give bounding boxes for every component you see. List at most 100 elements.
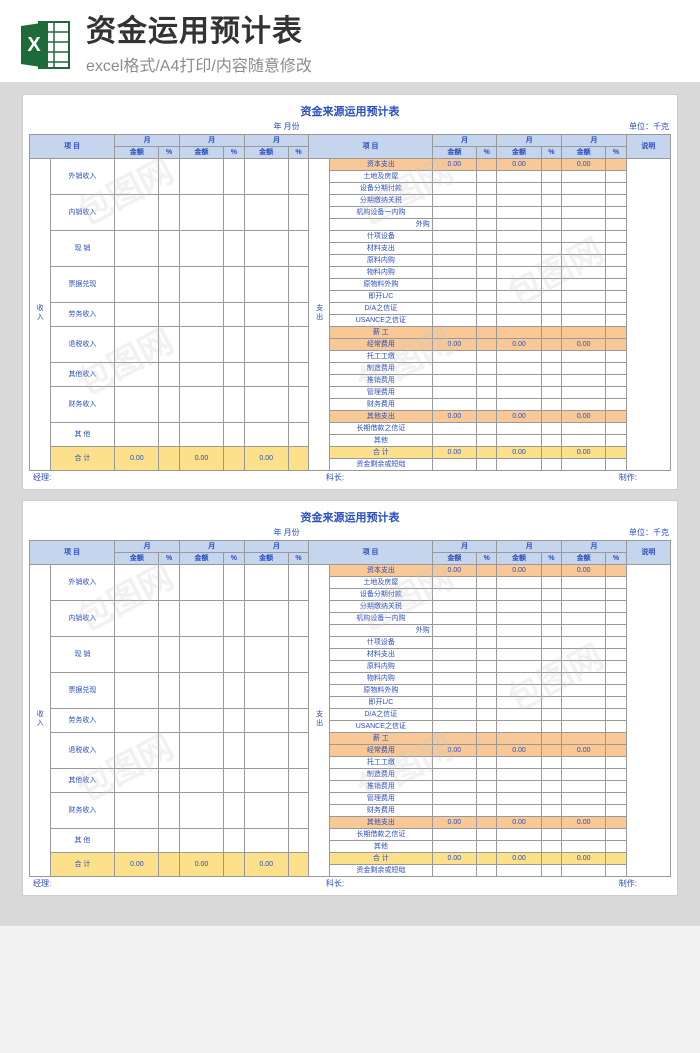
data-cell[interactable] xyxy=(562,291,606,303)
data-cell[interactable] xyxy=(541,291,562,303)
data-cell[interactable] xyxy=(562,625,606,637)
data-cell[interactable] xyxy=(562,805,606,817)
data-cell[interactable] xyxy=(224,327,245,363)
data-cell[interactable] xyxy=(224,709,245,733)
data-cell[interactable] xyxy=(541,793,562,805)
data-cell[interactable] xyxy=(497,195,541,207)
data-cell[interactable] xyxy=(497,733,541,745)
data-cell[interactable] xyxy=(541,171,562,183)
data-cell[interactable] xyxy=(244,387,288,423)
data-cell[interactable] xyxy=(606,757,627,769)
data-cell[interactable] xyxy=(432,661,476,673)
desc-cell[interactable] xyxy=(626,159,670,471)
data-cell[interactable] xyxy=(562,697,606,709)
data-cell[interactable] xyxy=(562,219,606,231)
data-cell[interactable] xyxy=(497,183,541,195)
data-cell[interactable] xyxy=(244,709,288,733)
data-cell[interactable] xyxy=(476,423,497,435)
data-cell[interactable] xyxy=(476,685,497,697)
data-cell[interactable] xyxy=(432,697,476,709)
data-cell[interactable] xyxy=(476,363,497,375)
data-cell[interactable] xyxy=(562,673,606,685)
data-cell[interactable] xyxy=(288,363,309,387)
data-cell[interactable] xyxy=(476,315,497,327)
data-cell[interactable] xyxy=(562,829,606,841)
data-cell[interactable] xyxy=(476,243,497,255)
data-cell[interactable] xyxy=(432,315,476,327)
data-cell[interactable] xyxy=(115,565,159,601)
data-cell[interactable] xyxy=(562,195,606,207)
data-cell[interactable] xyxy=(497,387,541,399)
data-cell[interactable] xyxy=(497,685,541,697)
data-cell[interactable] xyxy=(179,231,223,267)
data-cell[interactable] xyxy=(288,637,309,673)
data-cell[interactable] xyxy=(606,829,627,841)
data-cell[interactable] xyxy=(562,231,606,243)
data-cell[interactable] xyxy=(606,423,627,435)
data-cell[interactable] xyxy=(288,769,309,793)
data-cell[interactable] xyxy=(497,793,541,805)
data-cell[interactable] xyxy=(432,279,476,291)
data-cell[interactable] xyxy=(224,601,245,637)
data-cell[interactable] xyxy=(562,255,606,267)
data-cell[interactable] xyxy=(476,601,497,613)
data-cell[interactable] xyxy=(606,577,627,589)
data-cell[interactable] xyxy=(432,423,476,435)
data-cell[interactable] xyxy=(432,721,476,733)
data-cell[interactable] xyxy=(606,625,627,637)
data-cell[interactable] xyxy=(224,565,245,601)
data-cell[interactable] xyxy=(497,435,541,447)
data-cell[interactable] xyxy=(541,589,562,601)
data-cell[interactable] xyxy=(115,793,159,829)
data-cell[interactable] xyxy=(432,351,476,363)
data-cell[interactable] xyxy=(476,769,497,781)
data-cell[interactable] xyxy=(159,387,180,423)
data-cell[interactable] xyxy=(562,279,606,291)
data-cell[interactable] xyxy=(288,565,309,601)
data-cell[interactable] xyxy=(476,721,497,733)
data-cell[interactable] xyxy=(244,363,288,387)
data-cell[interactable] xyxy=(541,267,562,279)
data-cell[interactable] xyxy=(432,685,476,697)
data-cell[interactable] xyxy=(476,865,497,877)
data-cell[interactable] xyxy=(497,589,541,601)
data-cell[interactable] xyxy=(606,291,627,303)
data-cell[interactable] xyxy=(476,303,497,315)
data-cell[interactable] xyxy=(606,841,627,853)
data-cell[interactable] xyxy=(541,805,562,817)
data-cell[interactable] xyxy=(606,589,627,601)
data-cell[interactable] xyxy=(159,231,180,267)
data-cell[interactable] xyxy=(288,231,309,267)
data-cell[interactable] xyxy=(476,291,497,303)
data-cell[interactable] xyxy=(115,303,159,327)
data-cell[interactable] xyxy=(562,243,606,255)
data-cell[interactable] xyxy=(497,721,541,733)
data-cell[interactable] xyxy=(115,159,159,195)
data-cell[interactable] xyxy=(497,219,541,231)
data-cell[interactable] xyxy=(606,327,627,339)
data-cell[interactable] xyxy=(244,673,288,709)
data-cell[interactable] xyxy=(115,195,159,231)
data-cell[interactable] xyxy=(541,709,562,721)
data-cell[interactable] xyxy=(476,697,497,709)
data-cell[interactable] xyxy=(606,399,627,411)
data-cell[interactable] xyxy=(432,577,476,589)
data-cell[interactable] xyxy=(497,279,541,291)
data-cell[interactable] xyxy=(244,267,288,303)
data-cell[interactable] xyxy=(606,805,627,817)
data-cell[interactable] xyxy=(497,207,541,219)
data-cell[interactable] xyxy=(606,255,627,267)
data-cell[interactable] xyxy=(432,387,476,399)
data-cell[interactable] xyxy=(541,375,562,387)
data-cell[interactable] xyxy=(497,673,541,685)
data-cell[interactable] xyxy=(606,637,627,649)
data-cell[interactable] xyxy=(288,387,309,423)
data-cell[interactable] xyxy=(562,793,606,805)
data-cell[interactable] xyxy=(562,171,606,183)
data-cell[interactable] xyxy=(476,829,497,841)
data-cell[interactable] xyxy=(497,423,541,435)
data-cell[interactable] xyxy=(115,769,159,793)
data-cell[interactable] xyxy=(562,757,606,769)
data-cell[interactable] xyxy=(562,183,606,195)
data-cell[interactable] xyxy=(159,733,180,769)
